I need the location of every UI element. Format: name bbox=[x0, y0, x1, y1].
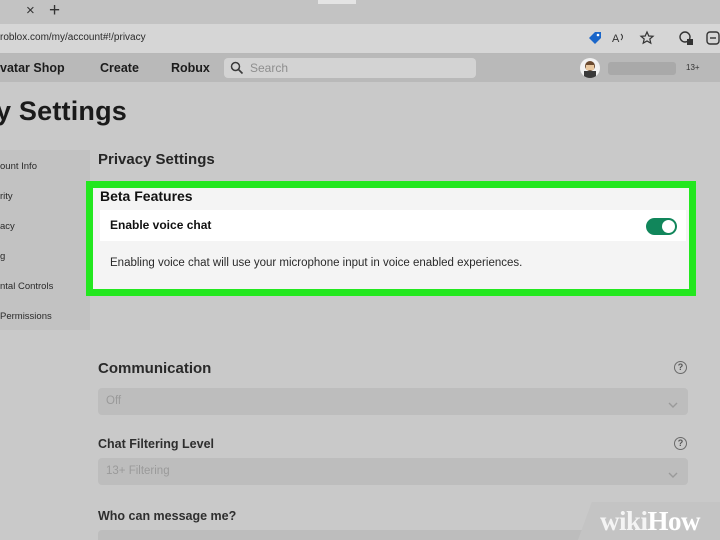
search-input[interactable] bbox=[250, 60, 460, 76]
chevron-down-icon bbox=[668, 466, 678, 484]
communication-value: Off bbox=[106, 395, 122, 407]
toggle-knob bbox=[662, 220, 675, 233]
username-blurred bbox=[608, 62, 676, 75]
chevron-down-icon bbox=[668, 396, 678, 414]
voice-chat-label: Enable voice chat bbox=[110, 218, 212, 232]
beta-features-title: Beta Features bbox=[100, 188, 193, 204]
settings-sidebar: ount Info rity acy g ntal Controls Permi… bbox=[0, 150, 90, 330]
search-icon bbox=[230, 61, 244, 80]
tab-sliver bbox=[318, 0, 356, 4]
voice-chat-toggle[interactable] bbox=[646, 218, 677, 235]
svg-text:A: A bbox=[612, 33, 620, 45]
sidebar-item-privacy[interactable]: acy bbox=[0, 221, 15, 232]
age-badge: 13+ bbox=[686, 63, 700, 72]
chat-filter-select[interactable]: 13+ Filtering bbox=[98, 458, 688, 485]
chat-filter-label: Chat Filtering Level bbox=[98, 437, 214, 451]
wikihow-logo: wikiHow bbox=[600, 506, 701, 536]
communication-label: Communication bbox=[98, 360, 212, 377]
sidebar-item-security[interactable]: rity bbox=[0, 191, 13, 202]
address-bar[interactable]: roblox.com/my/account#!/privacy A bbox=[0, 24, 720, 54]
chat-filter-value: 13+ Filtering bbox=[106, 465, 170, 477]
sidebar-item-billing[interactable]: g bbox=[0, 251, 5, 262]
url-text[interactable]: roblox.com/my/account#!/privacy bbox=[0, 32, 146, 43]
read-aloud-icon[interactable]: A bbox=[611, 29, 629, 47]
nav-avatar-shop[interactable]: vatar Shop bbox=[0, 61, 65, 75]
message-label: Who can message me? bbox=[98, 509, 237, 523]
nav-create[interactable]: Create bbox=[100, 61, 139, 75]
tab-close-button[interactable]: × bbox=[26, 3, 35, 19]
sidebar-item-account-info[interactable]: ount Info bbox=[0, 161, 37, 172]
site-nav: vatar Shop Create Robux 13+ bbox=[0, 54, 720, 82]
avatar[interactable] bbox=[580, 58, 600, 78]
tag-icon[interactable] bbox=[586, 29, 604, 47]
browser-tab-strip: × + bbox=[0, 0, 720, 24]
help-icon[interactable]: ? bbox=[674, 361, 687, 374]
sidebar-item-parental-controls[interactable]: ntal Controls bbox=[0, 281, 53, 292]
voice-chat-description: Enabling voice chat will use your microp… bbox=[110, 257, 523, 269]
page-title: y Settings bbox=[0, 96, 128, 126]
communication-select[interactable]: Off bbox=[98, 388, 688, 415]
nav-robux[interactable]: Robux bbox=[171, 61, 210, 75]
sidebar-item-permissions[interactable]: Permissions bbox=[0, 311, 52, 322]
extension-icon[interactable] bbox=[677, 29, 695, 47]
section-title-privacy: Privacy Settings bbox=[98, 151, 215, 168]
favorite-add-icon[interactable] bbox=[638, 29, 656, 47]
search-box[interactable] bbox=[224, 58, 476, 78]
profile-icon[interactable] bbox=[704, 29, 720, 47]
help-icon[interactable]: ? bbox=[674, 437, 687, 450]
new-tab-button[interactable]: + bbox=[49, 1, 60, 21]
